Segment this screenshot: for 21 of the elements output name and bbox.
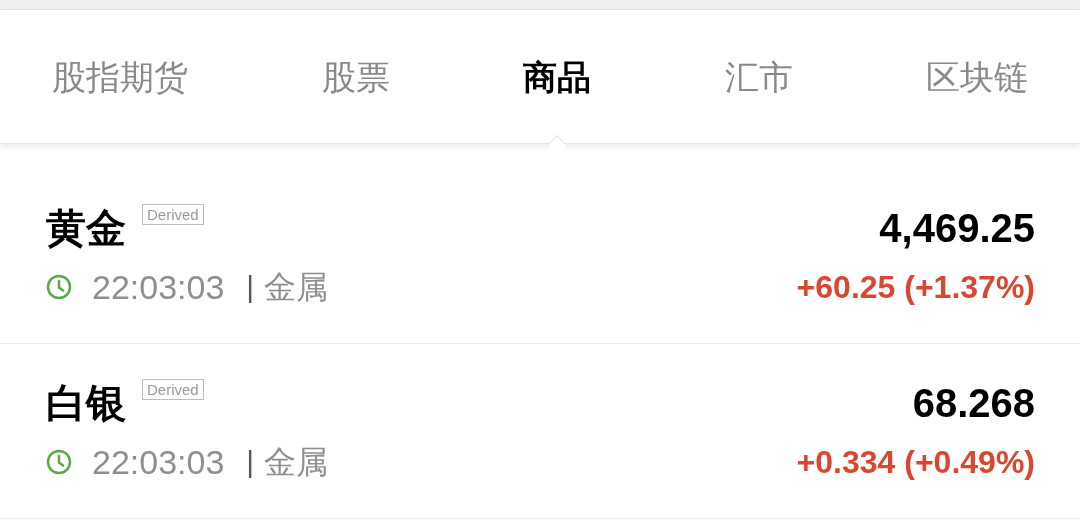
update-time: 22:03:03: [92, 270, 225, 304]
price: 68.268: [912, 383, 1035, 423]
price-change: +60.25 (+1.37%): [796, 271, 1035, 303]
derived-tag: Derived: [142, 204, 204, 225]
price: 4,469.25: [879, 208, 1035, 248]
clock-icon: [46, 449, 72, 475]
category: 金属: [264, 271, 329, 303]
tab[interactable]: 股票: [321, 51, 390, 102]
tab[interactable]: 汇市: [724, 51, 793, 102]
tab[interactable]: 股指期货: [52, 51, 188, 102]
category: 金属: [264, 446, 329, 478]
commodity-name: 黄金: [46, 208, 126, 248]
derived-tag: Derived: [142, 379, 204, 400]
tab[interactable]: 区块链: [926, 51, 1028, 102]
price-change: +0.334 (+0.49%): [796, 446, 1035, 478]
update-time: 22:03:03: [92, 445, 225, 479]
separator: |: [246, 272, 255, 302]
commodity-name: 白银: [46, 383, 126, 423]
tab[interactable]: 商品: [523, 51, 591, 102]
separator: |: [246, 447, 255, 477]
clock-icon: [46, 274, 72, 300]
